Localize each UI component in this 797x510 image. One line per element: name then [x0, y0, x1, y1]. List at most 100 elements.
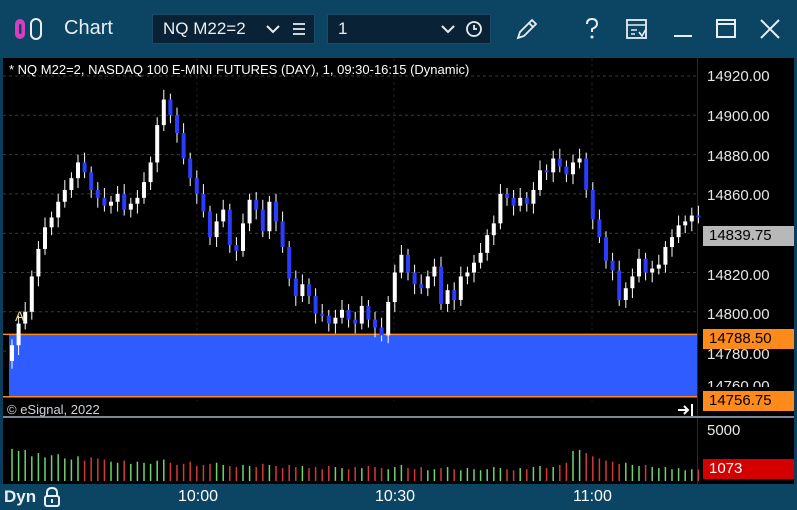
candle-body — [89, 172, 94, 190]
copyright-label: © eSignal, 2022 — [7, 402, 100, 417]
candle-body — [102, 197, 107, 206]
candle-body — [696, 215, 701, 218]
candle-body — [386, 301, 391, 336]
candle-body — [254, 199, 259, 210]
candle-body — [399, 254, 404, 273]
candle-body — [472, 262, 476, 273]
price-chart[interactable] — [3, 58, 794, 484]
menu-lines-icon[interactable] — [289, 15, 309, 43]
close-icon[interactable] — [755, 14, 785, 44]
candle-body — [676, 225, 681, 238]
candle-body — [43, 227, 47, 249]
minimize-icon[interactable] — [668, 14, 698, 44]
lock-icon[interactable] — [42, 486, 62, 508]
pane-divider — [3, 416, 794, 418]
pencil-icon[interactable] — [512, 14, 542, 44]
candle-body — [458, 276, 463, 301]
help-icon[interactable] — [577, 14, 607, 44]
candle-body — [544, 170, 549, 173]
candle-body — [412, 272, 417, 285]
candle-body — [227, 209, 232, 245]
price-label: 14900.00 — [707, 108, 770, 125]
candle-body — [69, 178, 74, 190]
candle-body — [49, 217, 54, 228]
dynamic-mode-label[interactable]: Dyn — [4, 487, 36, 507]
last-price-tag: 14839.75 — [703, 226, 794, 246]
candle-body — [247, 199, 252, 224]
candle-body — [280, 221, 285, 247]
candle-body — [531, 189, 536, 204]
candle-body — [584, 158, 589, 190]
candle-body — [518, 197, 523, 206]
candle-body — [491, 223, 496, 236]
candle-body — [122, 193, 127, 210]
candle-body — [630, 276, 635, 289]
candle-body — [610, 260, 615, 271]
chevron-down-icon[interactable] — [263, 15, 283, 43]
candle-body — [366, 305, 371, 320]
candle-body — [82, 162, 87, 173]
candle-body — [465, 272, 470, 277]
candle-body — [300, 284, 305, 297]
candle-body — [260, 209, 265, 232]
candle-body — [287, 246, 292, 279]
chart-frame[interactable]: * NQ M22=2, NASDAQ 100 E-MINI FUTURES (D… — [3, 58, 794, 484]
candle-body — [617, 270, 622, 301]
app-logo-icon[interactable] — [14, 16, 50, 42]
save-window-icon[interactable] — [622, 14, 652, 44]
maximize-icon[interactable] — [711, 14, 741, 44]
candle-body — [56, 201, 61, 218]
candle-body — [505, 193, 509, 198]
candle-body — [379, 327, 384, 336]
candle-body — [313, 296, 318, 314]
candle-body — [267, 201, 272, 232]
scroll-to-end-icon[interactable] — [677, 402, 695, 418]
candle-body — [241, 223, 245, 251]
candle-body — [564, 166, 569, 175]
candle-body — [115, 193, 120, 202]
candle-body — [689, 215, 694, 222]
window-title: Chart — [64, 17, 113, 39]
candle-body — [551, 158, 556, 173]
candle-body — [168, 99, 173, 116]
candle-body — [392, 272, 397, 302]
marker-label: A — [15, 308, 25, 324]
candle-body — [194, 178, 199, 194]
candle-body — [346, 309, 351, 320]
candle-body — [214, 221, 219, 238]
candle-body — [445, 290, 450, 304]
range-high-tag: 14788.50 — [703, 329, 794, 349]
candle-body — [293, 278, 298, 297]
candle-body — [326, 315, 331, 324]
candle-body — [208, 211, 212, 238]
candle-body — [320, 313, 325, 316]
axis-divider — [697, 58, 698, 484]
price-label-partial: 14760.00 — [707, 378, 770, 387]
price-label: 14920.00 — [707, 68, 770, 85]
candle-body — [571, 162, 575, 175]
candle-body — [577, 158, 582, 163]
last-volume-tag: 1073 — [703, 459, 794, 479]
time-label: 10:00 — [178, 488, 219, 505]
interval-selector[interactable]: 1 — [327, 14, 491, 44]
candle-body — [161, 99, 166, 126]
candle-body — [10, 345, 14, 361]
candle-body — [656, 264, 661, 269]
candle-body — [511, 197, 516, 206]
candle-body — [406, 254, 410, 273]
candle-body — [590, 189, 595, 220]
candle-body — [201, 193, 206, 212]
chart-background — [3, 58, 794, 484]
time-axis[interactable]: Dyn 10:00 10:30 11:00 — [0, 484, 797, 510]
interval-value: 1 — [338, 19, 348, 38]
candle-body — [221, 209, 226, 222]
time-label: 10:30 — [375, 488, 416, 505]
candle-body — [670, 237, 674, 247]
candle-body — [188, 158, 193, 179]
candle-body — [597, 219, 602, 238]
candle-body — [683, 221, 688, 226]
symbol-selector[interactable]: NQ M22=2 — [152, 14, 315, 44]
chevron-down-icon[interactable] — [438, 15, 458, 43]
clock-icon[interactable] — [464, 15, 484, 43]
candle-body — [643, 258, 648, 273]
